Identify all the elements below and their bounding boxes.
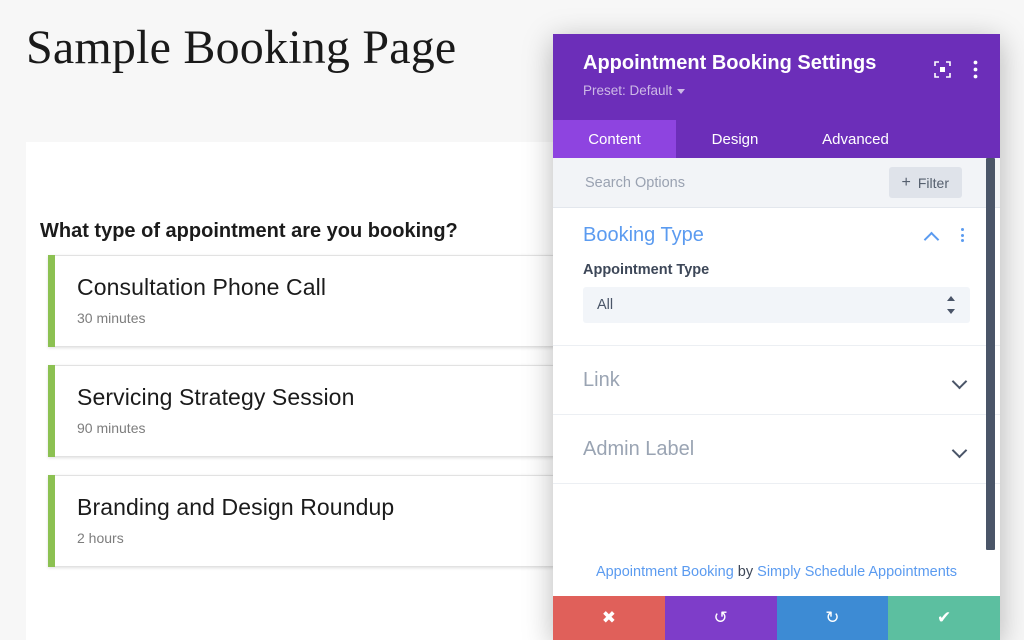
- tab-advanced[interactable]: Advanced: [794, 120, 917, 158]
- booking-duration: 90 minutes: [77, 420, 146, 436]
- booking-question: What type of appointment are you booking…: [40, 220, 458, 242]
- preset-selector[interactable]: Preset: Default: [583, 83, 686, 98]
- filter-button[interactable]: + Filter: [888, 167, 962, 198]
- booking-duration: 2 hours: [77, 530, 124, 546]
- credit-product-link[interactable]: Appointment Booking: [596, 564, 734, 580]
- preset-label: Preset: Default: [583, 83, 673, 98]
- filter-button-label: Filter: [917, 174, 949, 191]
- booking-name: Consultation Phone Call: [77, 274, 327, 300]
- credit-vendor-link[interactable]: Simply Schedule Appointments: [757, 564, 957, 580]
- caret-down-icon: [677, 89, 686, 94]
- focus-frame-icon[interactable]: [934, 61, 951, 83]
- page-title: Sample Booking Page: [26, 21, 457, 74]
- chevron-down-icon[interactable]: [953, 373, 967, 387]
- section-title: Booking Type: [583, 223, 704, 246]
- tab-design[interactable]: Design: [676, 120, 794, 158]
- booking-duration: 30 minutes: [77, 310, 146, 326]
- chevron-down-icon[interactable]: [953, 442, 967, 456]
- section-booking-type-body: Appointment Type All: [553, 262, 1000, 345]
- section-link: Link: [553, 346, 1000, 415]
- kebab-menu-icon[interactable]: [973, 60, 978, 84]
- panel-scrollbar[interactable]: [986, 158, 995, 550]
- cancel-button[interactable]: ✖: [553, 596, 665, 640]
- settings-header: Appointment Booking Settings Preset: Def…: [553, 34, 1000, 120]
- section-admin-label-header[interactable]: Admin Label: [553, 415, 1000, 483]
- redo-button[interactable]: ↻: [776, 596, 889, 640]
- plugin-credit: Appointment Booking by Simply Schedule A…: [553, 562, 1000, 582]
- search-input[interactable]: [583, 158, 867, 209]
- section-link-header[interactable]: Link: [553, 346, 1000, 414]
- tab-content[interactable]: Content: [553, 120, 676, 158]
- appointment-booking-settings-modal: Appointment Booking Settings Preset: Def…: [553, 34, 1000, 640]
- credit-by-text: by: [733, 564, 758, 580]
- settings-body: Booking Type Appointment Type All Link A…: [553, 208, 1000, 576]
- chevron-up-icon[interactable]: [925, 228, 939, 242]
- accent-bar: [48, 365, 55, 457]
- search-bar: + Filter: [553, 158, 1000, 209]
- section-kebab-menu-icon[interactable]: [954, 228, 970, 242]
- booking-name: Servicing Strategy Session: [77, 384, 355, 410]
- accent-bar: [48, 475, 55, 567]
- undo-button[interactable]: ↺: [664, 596, 777, 640]
- section-title: Link: [583, 368, 620, 391]
- appointment-type-select-wrap: All: [583, 287, 970, 323]
- settings-title: Appointment Booking Settings: [583, 52, 877, 74]
- booking-name: Branding and Design Roundup: [77, 494, 395, 520]
- section-admin-label: Admin Label: [553, 415, 1000, 484]
- section-booking-type-header[interactable]: Booking Type: [553, 208, 1000, 262]
- settings-action-bar: ✖ ↺ ↻ ✔: [553, 596, 1000, 640]
- appointment-type-label: Appointment Type: [583, 262, 710, 278]
- accent-bar: [48, 255, 55, 347]
- section-booking-type: Booking Type Appointment Type All: [553, 208, 1000, 346]
- save-button[interactable]: ✔: [888, 596, 1000, 640]
- header-icon-group: [934, 60, 978, 84]
- appointment-type-select[interactable]: All: [583, 287, 970, 323]
- section-title: Admin Label: [583, 437, 695, 460]
- plus-icon: +: [901, 173, 911, 191]
- settings-tabbar: Content Design Advanced: [553, 120, 1000, 158]
